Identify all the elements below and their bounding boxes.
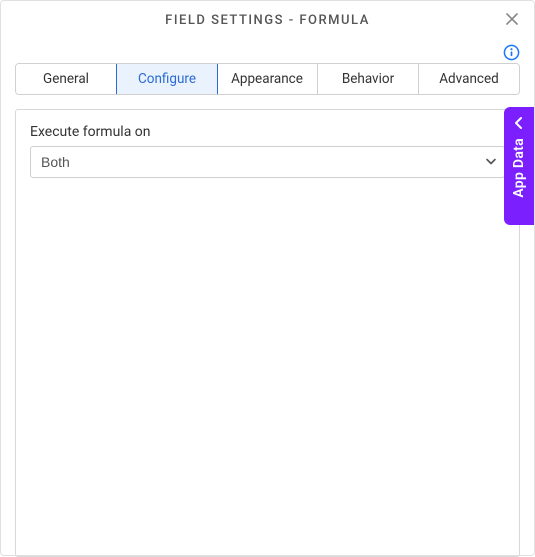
info-icon[interactable]: [502, 43, 520, 61]
field-settings-dialog: FIELD SETTINGS - FORMULA General Configu…: [0, 0, 535, 556]
tab-behavior[interactable]: Behavior: [318, 64, 419, 94]
execute-formula-select-wrapper: Both: [30, 146, 505, 178]
tab-configure[interactable]: Configure: [116, 63, 218, 95]
chevron-left-icon: [512, 115, 526, 134]
app-data-side-tab[interactable]: App Data: [504, 107, 534, 225]
close-button[interactable]: [500, 9, 524, 33]
tabs: General Configure Appearance Behavior Ad…: [15, 63, 520, 95]
dialog-title: FIELD SETTINGS - FORMULA: [165, 13, 370, 28]
tab-appearance[interactable]: Appearance: [217, 64, 318, 94]
tab-advanced[interactable]: Advanced: [419, 64, 519, 94]
execute-formula-select[interactable]: Both: [30, 146, 505, 178]
dialog-header: FIELD SETTINGS - FORMULA: [1, 1, 534, 41]
info-row: [1, 41, 534, 63]
execute-formula-label: Execute formula on: [30, 124, 505, 140]
content-panel: Execute formula on Both: [15, 109, 520, 557]
app-data-label: App Data: [511, 138, 527, 198]
tab-general[interactable]: General: [16, 64, 117, 94]
close-icon: [504, 10, 520, 33]
